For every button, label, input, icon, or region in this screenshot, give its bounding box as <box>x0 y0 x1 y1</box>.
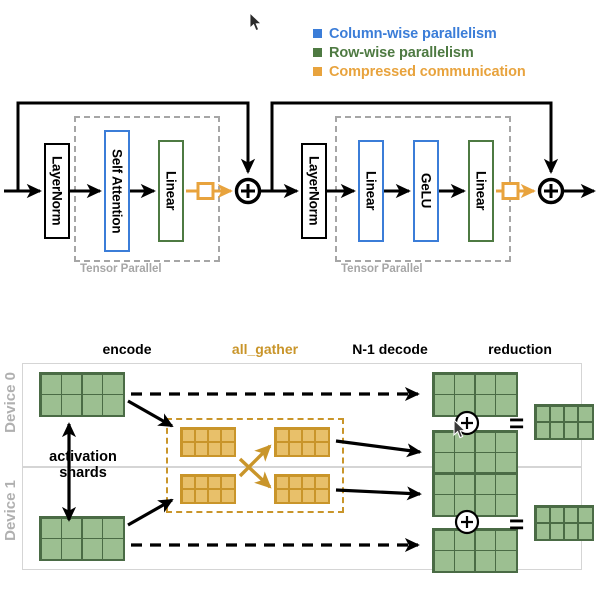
diagram-canvas: Column-wise parallelism Row-wise paralle… <box>0 0 600 600</box>
pipeline-connectors <box>61 386 480 553</box>
reduction-sum-device0 <box>454 410 480 436</box>
reduction-sum-device1 <box>454 509 480 535</box>
